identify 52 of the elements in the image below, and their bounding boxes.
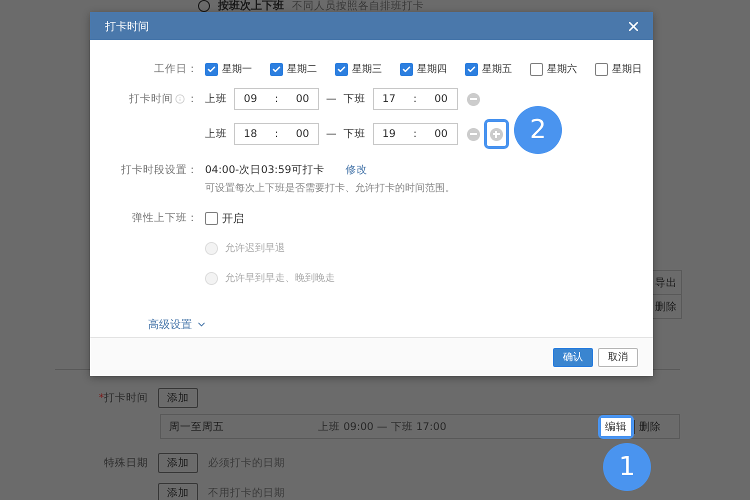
field-label: *打卡时间 — [98, 391, 148, 405]
dialog-title: 打卡时间 — [105, 18, 149, 34]
step-marker: 1 — [603, 443, 651, 491]
modify-link[interactable]: 修改 — [345, 163, 368, 177]
weekday-checkbox[interactable]: 星期五 — [465, 62, 512, 76]
time-input[interactable]: 17 : 00 — [372, 88, 458, 110]
schedule-days: 周一至周五 — [169, 420, 318, 434]
checkbox[interactable] — [205, 212, 218, 224]
radio-label: 允许迟到早退 — [225, 242, 285, 255]
weekday-checkbox[interactable]: 星期六 — [530, 62, 577, 76]
time-input[interactable]: 09 : 00 — [234, 88, 319, 110]
checkbox[interactable] — [530, 62, 543, 76]
checkbox[interactable] — [270, 62, 283, 76]
weekday-checkbox[interactable]: 星期三 — [335, 62, 382, 76]
field-label: 弹性上下班： — [131, 211, 198, 225]
enable-checkbox[interactable]: 开启 — [205, 210, 244, 226]
confirm-button[interactable]: 确认 — [553, 348, 593, 366]
field-label: 打卡时间 — [129, 92, 173, 106]
dash: — — [326, 128, 336, 140]
shift-label: 上班 — [205, 127, 227, 141]
cancel-button[interactable]: 取消 — [598, 348, 638, 366]
check-icon — [467, 64, 476, 74]
weekday-checkbox[interactable]: 星期一 — [205, 62, 252, 76]
shift-label: 下班 — [344, 127, 366, 141]
check-icon — [402, 64, 411, 74]
check-icon — [207, 64, 216, 74]
hint-text: 可设置每次上下班是否需要打卡、允许打卡的时间范围。 — [205, 182, 455, 195]
radio-label: 允许早到早走、晚到晚走 — [225, 272, 335, 285]
shift-label: 下班 — [344, 92, 366, 106]
field-label: 特殊日期 — [103, 456, 148, 470]
edit-button[interactable]: 编辑 — [601, 418, 631, 436]
field-label: 打卡时段设置： — [120, 163, 198, 177]
checkbox[interactable] — [400, 62, 413, 76]
period-value: 04:00-次日03:59可打卡 — [205, 163, 324, 177]
shift-label: 上班 — [205, 92, 227, 106]
checkbox[interactable] — [335, 62, 348, 76]
label-colon: ： — [187, 92, 198, 106]
checkbox[interactable] — [465, 62, 478, 76]
advanced-settings-toggle[interactable]: 高级设置 — [148, 316, 207, 332]
checkbox[interactable] — [595, 62, 608, 76]
weekday-checkbox[interactable]: 星期日 — [595, 62, 642, 76]
time-input[interactable]: 19 : 00 — [372, 123, 458, 145]
check-icon — [272, 64, 281, 74]
time-input[interactable]: 18 : 00 — [234, 123, 319, 145]
dash: — — [326, 93, 336, 105]
weekday-checkbox[interactable]: 星期二 — [270, 62, 317, 76]
field-label: 工作日： — [153, 62, 198, 76]
schedule-times: 上班 09:00 — 下班 17:00 — [318, 420, 448, 434]
checkbox[interactable] — [205, 62, 218, 76]
option-label: 按班次上下班 — [218, 0, 284, 12]
check-icon — [337, 64, 346, 74]
weekday-checkbox[interactable]: 星期四 — [400, 62, 447, 76]
